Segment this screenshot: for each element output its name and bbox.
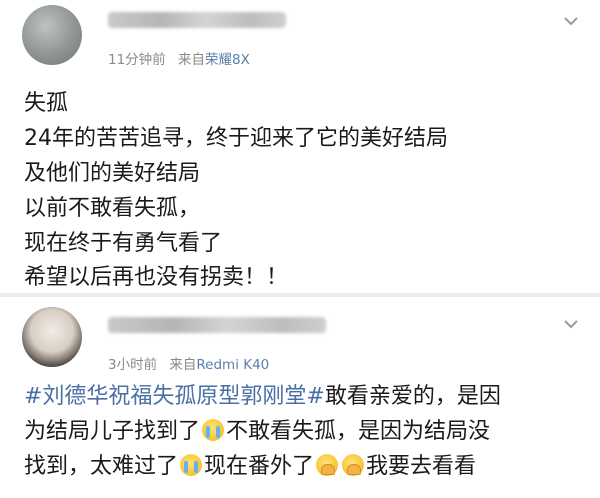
- post-text: 找到，太难过了: [24, 454, 179, 479]
- post-text-line: 现在终于有勇气看了: [24, 231, 223, 256]
- hashtag-link[interactable]: #刘德华祝福失孤原型郭刚堂#: [24, 384, 325, 409]
- source-prefix: 来自: [169, 357, 197, 373]
- blurred-username[interactable]: [108, 317, 326, 333]
- post-text: 我要去看看: [366, 454, 477, 479]
- crying-emoji-icon: [202, 419, 225, 441]
- post-text-line: 及他们的美好结局: [24, 161, 201, 186]
- post-source[interactable]: Redmi K40: [196, 357, 269, 373]
- post-text: 现在番外了: [204, 454, 315, 479]
- post-text-line: 以前不敢看失孤，: [24, 196, 201, 221]
- post-text: 敢看亲爱的，是因: [324, 384, 501, 409]
- avatar[interactable]: [22, 307, 82, 367]
- post-text-line: 24年的苦苦追寻，终于迎来了它的美好结局: [24, 126, 448, 151]
- praying-emoji-icon: [342, 454, 365, 476]
- post-card-1: 11分钟前 来自荣耀8X 失孤 24年的苦苦追寻，终于迎来了它的美好结局 及他们…: [0, 0, 600, 293]
- post-text-line: 希望以后再也没有拐卖！！: [24, 265, 289, 290]
- source-prefix: 来自: [177, 52, 205, 68]
- praying-emoji-icon: [316, 454, 339, 476]
- post-meta: 11分钟前 来自荣耀8X: [108, 48, 250, 68]
- post-text: 不敢看失孤，是因为结局没: [226, 419, 491, 444]
- post-time: 3小时前: [108, 357, 158, 373]
- avatar[interactable]: [22, 5, 82, 65]
- chevron-down-icon[interactable]: [562, 12, 580, 30]
- post-text: 为结局儿子找到了: [24, 419, 201, 444]
- post-meta: 3小时前 来自Redmi K40: [108, 353, 269, 373]
- post-text-line: 为结局儿子找到了 不敢看失孤，是因为结局没: [24, 419, 490, 445]
- post-text-line: 失孤: [24, 91, 69, 116]
- post-text-line: 找到，太难过了 现在番外了 我要去看看: [24, 454, 476, 480]
- crying-emoji-icon: [180, 454, 203, 476]
- chevron-down-icon[interactable]: [562, 315, 580, 333]
- post-time: 11分钟前: [108, 52, 166, 68]
- post-source[interactable]: 荣耀8X: [205, 52, 250, 68]
- post-text-line: #刘德华祝福失孤原型郭刚堂#敢看亲爱的，是因: [24, 384, 501, 410]
- blurred-username[interactable]: [108, 12, 286, 28]
- post-card-2: 3小时前 来自Redmi K40 #刘德华祝福失孤原型郭刚堂#敢看亲爱的，是因 …: [0, 297, 600, 498]
